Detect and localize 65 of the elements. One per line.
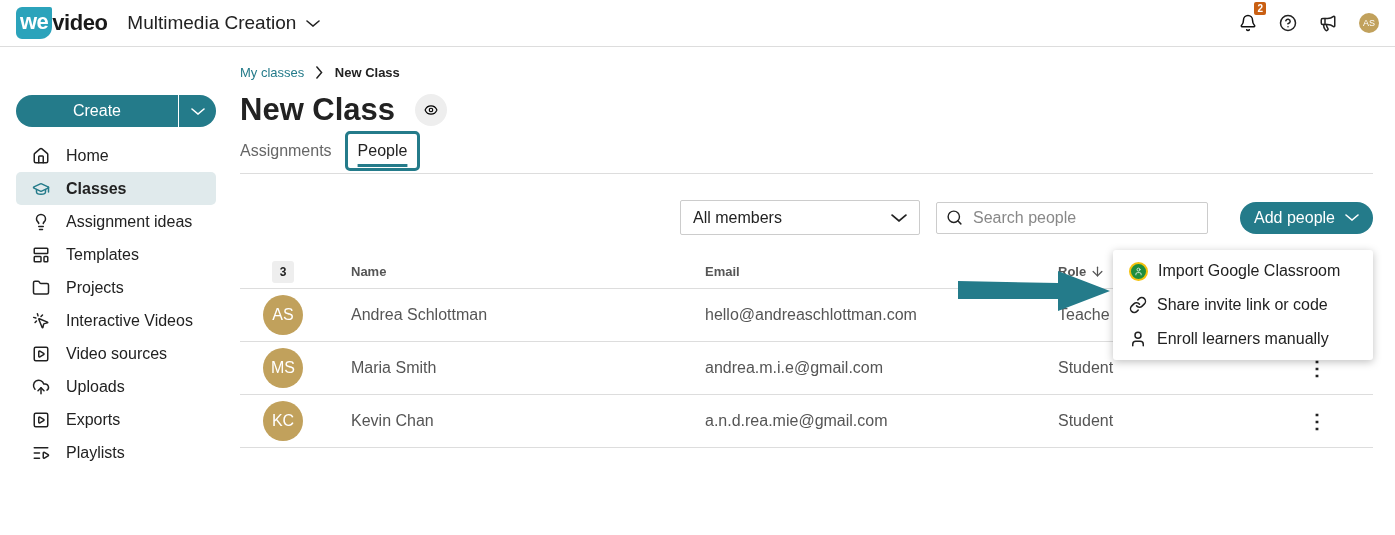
add-people-button[interactable]: Add people (1240, 201, 1373, 234)
sidebar-item[interactable]: Home (16, 139, 216, 172)
classroom-icon (1129, 261, 1148, 281)
menu-item[interactable]: Share invite link or code (1113, 288, 1373, 322)
role-cell: Student (1058, 359, 1114, 377)
home-icon (32, 146, 50, 165)
tab[interactable]: People (344, 130, 421, 171)
menu-item[interactable]: Import Google Classroom (1113, 254, 1373, 288)
email-cell: a.n.d.rea.mie@gmail.com (705, 412, 888, 430)
templates-icon (32, 245, 50, 264)
email-cell: hello@andreaschlottman.com (705, 306, 917, 324)
role-cell: Student (1058, 412, 1114, 430)
sidebar-item[interactable]: Projects (16, 271, 216, 304)
menu-item[interactable]: Enroll learners manually (1113, 322, 1373, 356)
bell-icon[interactable] (1239, 14, 1257, 32)
search-icon (946, 208, 964, 226)
megaphone-icon[interactable] (1319, 14, 1337, 32)
create-menu-button[interactable] (178, 95, 216, 127)
page-title: New Class (240, 92, 396, 128)
tab[interactable]: Assignments (227, 130, 345, 171)
more-button[interactable]: ⋮ (1307, 411, 1327, 431)
sidebar-item[interactable]: Video sources (16, 337, 216, 370)
name-cell: Maria Smith (351, 359, 437, 377)
breadcrumb-current: New Class (334, 65, 400, 80)
column-header[interactable]: Email (705, 264, 740, 279)
name-cell: Andrea Schlottman (351, 306, 488, 324)
link-icon (1129, 296, 1147, 314)
chevron-down-icon (190, 107, 205, 115)
more-button[interactable]: ⋮ (1307, 358, 1327, 378)
sidebar-item[interactable]: Playlists (16, 436, 216, 469)
eye-icon (424, 103, 439, 117)
search-field[interactable]: Search people (936, 201, 1209, 234)
sidebar-item[interactable]: Uploads (16, 370, 216, 403)
notification-badge: 2 (1254, 2, 1266, 15)
member-avatar: AS (263, 295, 303, 335)
create-button[interactable]: Create (16, 95, 178, 127)
help-icon[interactable] (1279, 14, 1297, 32)
sort-arrow-icon[interactable] (1090, 264, 1106, 279)
member-count: 3 (271, 260, 295, 283)
person-icon (1129, 330, 1147, 348)
play-square-icon (32, 410, 50, 429)
chevron-down-icon (891, 213, 908, 222)
folder-icon (32, 278, 50, 297)
email-cell: andrea.m.i.e@gmail.com (705, 359, 884, 377)
name-cell: Kevin Chan (351, 412, 434, 430)
chevron-down-icon (306, 19, 321, 27)
role-cell: Teache (1058, 306, 1110, 324)
sidebar-item[interactable]: Classes (16, 172, 216, 205)
wevideo-logo[interactable]: we video (16, 7, 108, 39)
preview-button[interactable] (415, 94, 448, 126)
member-avatar: KC (263, 401, 303, 441)
member-avatar: MS (263, 348, 303, 388)
sidebar-item[interactable]: Templates (16, 238, 216, 271)
column-header[interactable]: Name (351, 264, 387, 279)
members-filter[interactable]: All members (680, 200, 921, 235)
chevron-down-icon (1345, 214, 1359, 221)
chevron-right-icon (316, 66, 323, 79)
breadcrumb-link[interactable]: My classes (240, 65, 305, 80)
sidebar-item[interactable]: Exports (16, 403, 216, 436)
video-icon (32, 344, 50, 363)
sidebar-item[interactable]: Interactive Videos (16, 304, 216, 337)
cloud-upload-icon (32, 377, 50, 396)
sidebar-item[interactable]: Assignment ideas (16, 205, 216, 238)
cursor-click-icon (32, 311, 50, 330)
workspace-selector[interactable]: Multimedia Creation (127, 12, 321, 34)
